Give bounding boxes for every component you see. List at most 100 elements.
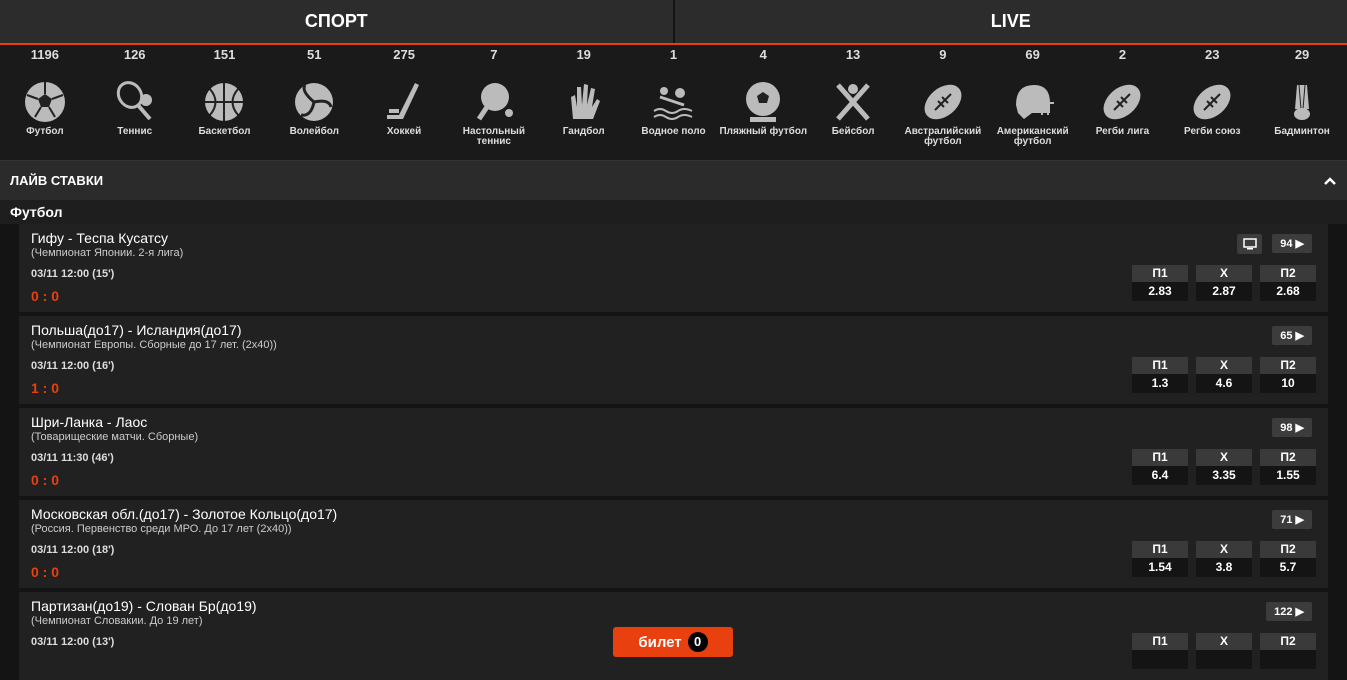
match-card[interactable]: Гифу - Теспа Кусатсу(Чемпионат Японии. 2… [19, 224, 1328, 312]
odd-value: 10 [1260, 374, 1316, 393]
odd-button[interactable]: Х3.35 [1196, 449, 1252, 485]
sport-item[interactable]: Футбол [0, 65, 90, 160]
odd-header: Х [1196, 357, 1252, 374]
odd-header: Х [1196, 265, 1252, 282]
match-score: 0 : 0 [31, 288, 59, 304]
match-league: (Чемпионат Европы. Сборные до 17 лет. (2… [31, 339, 277, 351]
odd-button[interactable]: П210 [1260, 357, 1316, 393]
sport-item[interactable]: Американский футбол [988, 65, 1078, 160]
match-time: 03/11 12:00 (15') [31, 268, 114, 280]
tv-icon[interactable] [1237, 234, 1262, 254]
section-title: ЛАЙВ СТАВКИ [10, 173, 103, 188]
sport-label: Пляжный футбол [719, 127, 807, 137]
match-teams[interactable]: Партизан(до19) - Слован Бр(до19) [31, 598, 257, 614]
odd-value [1260, 650, 1316, 669]
sport-label: Регби лига [1096, 127, 1149, 137]
tab-sport[interactable]: СПОРТ [0, 0, 675, 43]
odds-group: П12.83Х2.87П22.68 [1132, 265, 1316, 301]
sport-label: Водное поло [641, 127, 705, 137]
match-time: 03/11 12:00 (16') [31, 360, 114, 372]
chevron-up-icon[interactable] [1323, 173, 1337, 189]
odd-button[interactable]: П11.54 [1132, 541, 1188, 577]
match-teams[interactable]: Польша(до17) - Исландия(до17) [31, 322, 242, 338]
match-teams[interactable]: Гифу - Теспа Кусатсу [31, 230, 168, 246]
more-markets-button[interactable]: 71 ▶ [1272, 510, 1312, 529]
hockey-stick-icon [381, 79, 427, 125]
soccer-ball-icon [22, 79, 68, 125]
odd-value: 3.35 [1196, 466, 1252, 485]
odd-value [1196, 650, 1252, 669]
sport-label: Бейсбол [832, 127, 875, 137]
odd-button[interactable]: П21.55 [1260, 449, 1316, 485]
sport-item[interactable]: Теннис [90, 65, 180, 160]
sport-label: Хоккей [387, 127, 421, 137]
ticket-button[interactable]: билет 0 [613, 627, 733, 657]
sport-label: Австралийский футбол [898, 127, 988, 147]
tab-live[interactable]: LIVE [675, 0, 1347, 43]
odd-button[interactable]: Х [1196, 633, 1252, 669]
match-card[interactable]: Московская обл.(до17) - Золотое Кольцо(д… [19, 500, 1328, 588]
odd-button[interactable]: П22.68 [1260, 265, 1316, 301]
sport-item[interactable]: Настольный теннис [449, 65, 539, 160]
odd-button[interactable]: Х3.8 [1196, 541, 1252, 577]
sport-item[interactable]: Волейбол [269, 65, 359, 160]
shuttlecock-icon [1279, 79, 1325, 125]
match-time: 03/11 11:30 (46') [31, 452, 114, 464]
more-markets-button[interactable]: 65 ▶ [1272, 326, 1312, 345]
table-tennis-icon [471, 79, 517, 125]
sport-item[interactable]: Пляжный футбол [718, 65, 808, 160]
match-teams[interactable]: Московская обл.(до17) - Золотое Кольцо(д… [31, 506, 337, 522]
odd-button[interactable]: П2 [1260, 633, 1316, 669]
sport-item[interactable]: Регби союз [1167, 65, 1257, 160]
odds-group: П16.4Х3.35П21.55 [1132, 449, 1316, 485]
odds-group: П11.3Х4.6П210 [1132, 357, 1316, 393]
match-teams[interactable]: Шри-Ланка - Лаос [31, 414, 147, 430]
live-bets-header[interactable]: ЛАЙВ СТАВКИ [0, 161, 1347, 200]
odd-button[interactable]: Х2.87 [1196, 265, 1252, 301]
match-time: 03/11 12:00 (18') [31, 544, 114, 556]
odd-button[interactable]: П16.4 [1132, 449, 1188, 485]
odd-button[interactable]: П11.3 [1132, 357, 1188, 393]
sport-label: Гандбол [563, 127, 605, 137]
sport-item[interactable]: Хоккей [359, 65, 449, 160]
odd-button[interactable]: П25.7 [1260, 541, 1316, 577]
odd-header: Х [1196, 541, 1252, 558]
odd-button[interactable]: П12.83 [1132, 265, 1188, 301]
sport-item[interactable]: Водное поло [629, 65, 719, 160]
category-title: Футбол [0, 200, 1347, 224]
more-markets-button[interactable]: 94 ▶ [1272, 234, 1312, 253]
sport-count: 51 [269, 45, 359, 65]
sport-item[interactable]: Бейсбол [808, 65, 898, 160]
match-list: Гифу - Теспа Кусатсу(Чемпионат Японии. 2… [0, 224, 1347, 680]
odd-value: 4.6 [1196, 374, 1252, 393]
odd-header: Х [1196, 449, 1252, 466]
sport-item[interactable]: Австралийский футбол [898, 65, 988, 160]
sport-item[interactable]: Регби лига [1078, 65, 1168, 160]
odd-button[interactable]: П1 [1132, 633, 1188, 669]
match-card[interactable]: Шри-Ланка - Лаос(Товарищеские матчи. Сбо… [19, 408, 1328, 496]
odd-value: 1.55 [1260, 466, 1316, 485]
sport-count: 29 [1257, 45, 1347, 65]
sport-count: 7 [449, 45, 539, 65]
sport-item[interactable]: Гандбол [539, 65, 629, 160]
match-league: (Россия. Первенство среди МРО. До 17 лет… [31, 523, 292, 535]
odd-value: 2.68 [1260, 282, 1316, 301]
sport-item[interactable]: Баскетбол [180, 65, 270, 160]
more-markets-button[interactable]: 98 ▶ [1272, 418, 1312, 437]
tennis-racket-icon [112, 79, 158, 125]
sport-count: 13 [808, 45, 898, 65]
sport-item[interactable]: Бадминтон [1257, 65, 1347, 160]
odd-header: П1 [1132, 633, 1188, 650]
odd-button[interactable]: Х4.6 [1196, 357, 1252, 393]
more-markets-button[interactable]: 122 ▶ [1266, 602, 1312, 621]
match-score: 0 : 0 [31, 472, 59, 488]
match-card[interactable]: Польша(до17) - Исландия(до17)(Чемпионат … [19, 316, 1328, 404]
sport-label: Бадминтон [1274, 127, 1330, 137]
match-score: 0 : 0 [31, 564, 59, 580]
rugby-ball-icon [1099, 79, 1145, 125]
match-league: (Товарищеские матчи. Сборные) [31, 431, 198, 443]
odd-value [1132, 650, 1188, 669]
sport-label: Американский футбол [988, 127, 1078, 147]
sport-count: 23 [1167, 45, 1257, 65]
sport-count: 2 [1078, 45, 1168, 65]
